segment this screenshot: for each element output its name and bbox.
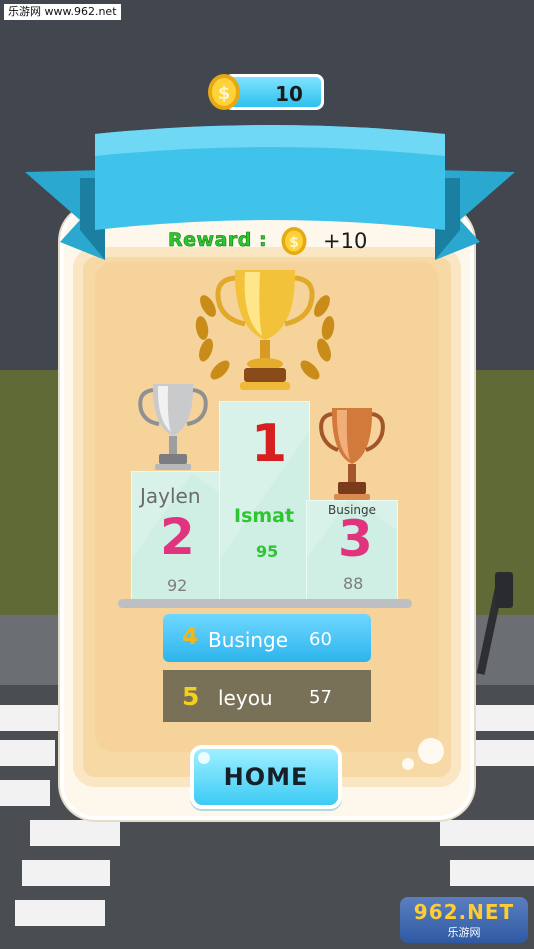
reward-label: Reward : bbox=[168, 229, 268, 252]
silver-trophy-icon bbox=[138, 384, 208, 470]
reward-amount: +10 bbox=[323, 229, 368, 253]
svg-text:$: $ bbox=[218, 83, 231, 104]
leaderboard-rank: 5 bbox=[182, 682, 200, 711]
podium-first-score: 95 bbox=[256, 542, 279, 561]
bubble-decoration bbox=[198, 752, 210, 764]
ribbon-banner bbox=[25, 125, 515, 260]
coin-icon: $ bbox=[208, 74, 240, 110]
podium-first-name: Ismat bbox=[234, 505, 295, 527]
leaderboard-score: 60 bbox=[309, 629, 332, 650]
svg-text:$: $ bbox=[289, 235, 299, 251]
coin-count: 10 bbox=[275, 82, 303, 106]
watermark-logo-subtitle: 乐游网 bbox=[447, 926, 481, 939]
bubble-decoration bbox=[418, 738, 444, 764]
street-lamp-head bbox=[495, 572, 513, 608]
road-stripe bbox=[470, 705, 534, 731]
road-stripe bbox=[0, 740, 55, 766]
leaderboard-row: 5 leyou 57 bbox=[163, 670, 371, 722]
bubble-decoration bbox=[402, 758, 414, 770]
watermark-top: 乐游网 www.962.net bbox=[4, 4, 121, 20]
road-stripe bbox=[0, 705, 60, 731]
leaderboard-score: 57 bbox=[309, 687, 332, 708]
watermark-logo: 962.NET 乐游网 bbox=[400, 897, 528, 943]
podium-first-rank: 1 bbox=[251, 414, 288, 474]
leaderboard-name: Businge bbox=[208, 628, 289, 652]
road-stripe bbox=[30, 820, 120, 846]
podium-second-rank: 2 bbox=[160, 508, 195, 566]
podium-base bbox=[118, 599, 412, 608]
road-stripe bbox=[0, 780, 50, 806]
road-stripe bbox=[440, 820, 534, 846]
podium-second-name: Jaylen bbox=[140, 484, 201, 508]
podium-second-score: 92 bbox=[167, 576, 188, 595]
leaderboard-row: 4 Businge 60 bbox=[163, 614, 371, 662]
podium-third-rank: 3 bbox=[338, 510, 373, 568]
road-stripe bbox=[15, 900, 105, 926]
coin-icon: $ bbox=[281, 227, 307, 255]
bronze-trophy-icon bbox=[319, 408, 385, 500]
home-button[interactable]: HOME bbox=[190, 745, 342, 809]
leaderboard-name: leyou bbox=[218, 686, 273, 710]
leaderboard-rank: 4 bbox=[182, 624, 199, 650]
road-stripe bbox=[475, 740, 534, 766]
podium-third-score: 88 bbox=[343, 574, 364, 593]
road-stripe bbox=[450, 860, 534, 886]
road-stripe bbox=[22, 860, 110, 886]
watermark-logo-text: 962.NET bbox=[413, 900, 515, 924]
